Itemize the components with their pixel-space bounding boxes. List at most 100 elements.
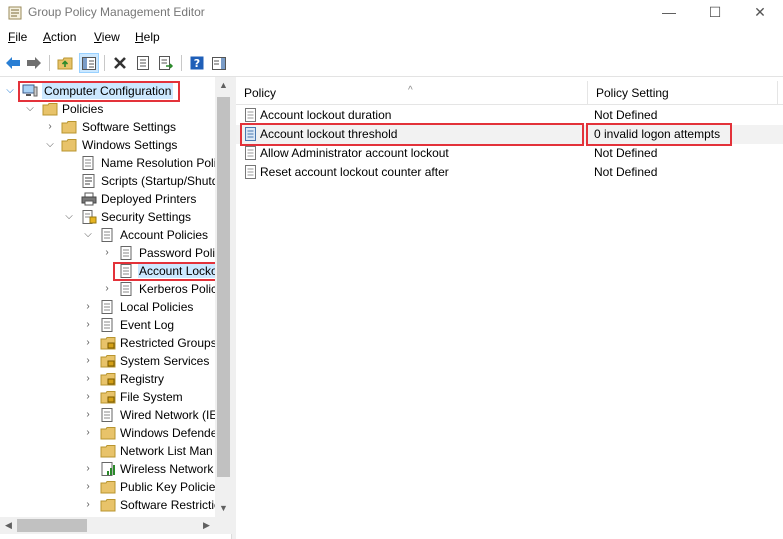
chevron-right-icon[interactable]: › [82, 481, 94, 493]
tree-item-software-settings[interactable]: › Software Settings [0, 118, 215, 136]
scroll-down-icon[interactable]: ▼ [215, 500, 232, 517]
chevron-right-icon[interactable]: › [82, 301, 94, 313]
toolbar: ? [0, 51, 783, 75]
properties-icon[interactable] [133, 53, 153, 73]
tree-item-file-system[interactable]: › File System [0, 388, 215, 406]
show-action-pane-icon[interactable] [209, 53, 229, 73]
forward-icon[interactable] [24, 53, 44, 73]
chevron-right-icon[interactable]: › [82, 391, 94, 403]
chevron-right-icon[interactable]: › [82, 319, 94, 331]
chevron-down-icon[interactable]: ⌵ [63, 211, 75, 223]
tree-item-windows-defender[interactable]: › Windows Defende [0, 424, 215, 442]
list-row-reset-account-lockout-counter[interactable]: Reset account lockout counter after Not … [236, 163, 783, 182]
scroll-up-icon[interactable]: ▲ [215, 77, 232, 94]
chevron-right-icon[interactable]: › [44, 121, 56, 133]
chevron-down-icon[interactable]: ⌵ [44, 139, 56, 151]
chevron-right-icon[interactable]: › [82, 463, 94, 475]
policy-item-icon [244, 165, 258, 179]
column-header-policy[interactable]: Policy ^ [236, 81, 588, 105]
minimize-button[interactable]: — [646, 0, 692, 26]
tree-label: Deployed Printers [101, 192, 197, 206]
list-row-account-lockout-threshold[interactable]: Account lockout threshold 0 invalid logo… [236, 125, 783, 144]
policy-name: Account lockout duration [260, 108, 392, 122]
show-hide-tree-icon[interactable] [79, 53, 99, 73]
close-button[interactable]: ✕ [737, 0, 783, 26]
tree-label: Scripts (Startup/Shutd [101, 174, 215, 188]
chevron-right-icon[interactable]: › [82, 409, 94, 421]
tree-label: Kerberos Polic [139, 282, 215, 296]
menu-action[interactable]: Action [43, 30, 76, 44]
scroll-left-icon[interactable]: ◀ [0, 517, 17, 534]
tree-item-registry[interactable]: › Registry [0, 370, 215, 388]
tree-item-scripts[interactable]: Scripts (Startup/Shutd [0, 172, 215, 190]
security-settings-icon [81, 210, 97, 224]
chevron-right-icon[interactable]: › [82, 373, 94, 385]
policy-document-icon [81, 156, 97, 170]
menu-file[interactable]: File [8, 30, 27, 44]
tree-item-public-key-policies[interactable]: › Public Key Policie [0, 478, 215, 496]
column-header-policy-setting[interactable]: Policy Setting [588, 81, 778, 105]
tree-item-network-list-manager[interactable]: Network List Man [0, 442, 215, 460]
tree-label: Name Resolution Poli [101, 156, 215, 170]
list-row-allow-administrator-account-lockout[interactable]: Allow Administrator account lockout Not … [236, 144, 783, 163]
tree-item-computer-configuration[interactable]: ⌵ Computer Configuration [0, 82, 215, 100]
folder-icon [100, 498, 116, 512]
chevron-right-icon[interactable]: › [82, 337, 94, 349]
tree-item-wired-network[interactable]: › Wired Network (IE [0, 406, 215, 424]
delete-icon[interactable] [110, 53, 130, 73]
folder-icon [61, 138, 77, 152]
policy-name: Account lockout threshold [260, 127, 398, 141]
chevron-right-icon[interactable]: › [82, 355, 94, 367]
tree-vertical-scrollbar[interactable]: ▲ ▼ [215, 77, 232, 517]
scrollbar-thumb[interactable] [17, 519, 87, 532]
menu-help[interactable]: Help [135, 30, 160, 44]
tree-item-software-restriction[interactable]: › Software Restrictic [0, 496, 215, 514]
tree-item-name-resolution-policy[interactable]: Name Resolution Poli [0, 154, 215, 172]
help-icon[interactable]: ? [187, 53, 207, 73]
chevron-right-icon[interactable]: › [82, 499, 94, 511]
chevron-down-icon[interactable]: ⌵ [24, 103, 36, 115]
chevron-right-icon[interactable]: › [101, 283, 113, 295]
maximize-button[interactable]: ☐ [692, 0, 738, 26]
tree-label: Wireless Network [120, 462, 214, 476]
chevron-right-icon[interactable]: › [82, 427, 94, 439]
tree-label: Network List Man [120, 444, 213, 458]
tree-label: Public Key Policie [120, 480, 215, 494]
tree-item-event-log[interactable]: › Event Log [0, 316, 215, 334]
policy-name: Reset account lockout counter after [260, 165, 449, 179]
chevron-right-icon[interactable]: › [101, 247, 113, 259]
tree-item-security-settings[interactable]: ⌵ Security Settings [0, 208, 215, 226]
export-list-icon[interactable] [156, 53, 176, 73]
scrollbar-thumb[interactable] [217, 97, 230, 477]
toolbar-separator [49, 55, 50, 71]
tree-item-local-policies[interactable]: › Local Policies [0, 298, 215, 316]
list-row-account-lockout-duration[interactable]: Account lockout duration Not Defined [236, 106, 783, 125]
tree-item-restricted-groups[interactable]: › Restricted Groups [0, 334, 216, 352]
policy-list-view[interactable]: Policy ^ Policy Setting Account lockout … [236, 77, 783, 539]
tree-label: Policies [62, 102, 104, 116]
computer-icon [22, 84, 38, 98]
tree-item-account-policies[interactable]: ⌵ Account Policies [0, 226, 215, 244]
menu-view[interactable]: View [94, 30, 120, 44]
tree-item-wireless-network[interactable]: › Wireless Network [0, 460, 215, 478]
console-tree[interactable]: ⌵ Computer Configuration ⌵ Policies › So… [0, 77, 232, 539]
up-folder-icon[interactable] [55, 53, 75, 73]
chevron-down-icon[interactable]: ⌵ [4, 85, 16, 97]
scripts-icon [81, 174, 97, 188]
tree-item-windows-settings[interactable]: ⌵ Windows Settings [0, 136, 215, 154]
tree-item-account-lockout-policy[interactable]: Account Locko [0, 262, 215, 280]
tree-item-deployed-printers[interactable]: Deployed Printers [0, 190, 215, 208]
tree-item-kerberos-policy[interactable]: › Kerberos Polic [0, 280, 215, 298]
policy-setting: Not Defined [594, 108, 658, 122]
scroll-right-icon[interactable]: ▶ [198, 517, 215, 534]
tree-label: Windows Defende [120, 426, 215, 440]
back-icon[interactable] [3, 53, 23, 73]
folder-icon [61, 120, 77, 134]
tree-item-system-services[interactable]: › System Services [0, 352, 215, 370]
tree-item-policies[interactable]: ⌵ Policies [0, 100, 215, 118]
policy-document-icon [119, 282, 135, 296]
tree-horizontal-scrollbar[interactable]: ◀ ▶ [0, 517, 232, 534]
policy-document-icon [100, 228, 116, 242]
tree-item-password-policy[interactable]: › Password Polic [0, 244, 215, 262]
chevron-down-icon[interactable]: ⌵ [82, 229, 94, 241]
